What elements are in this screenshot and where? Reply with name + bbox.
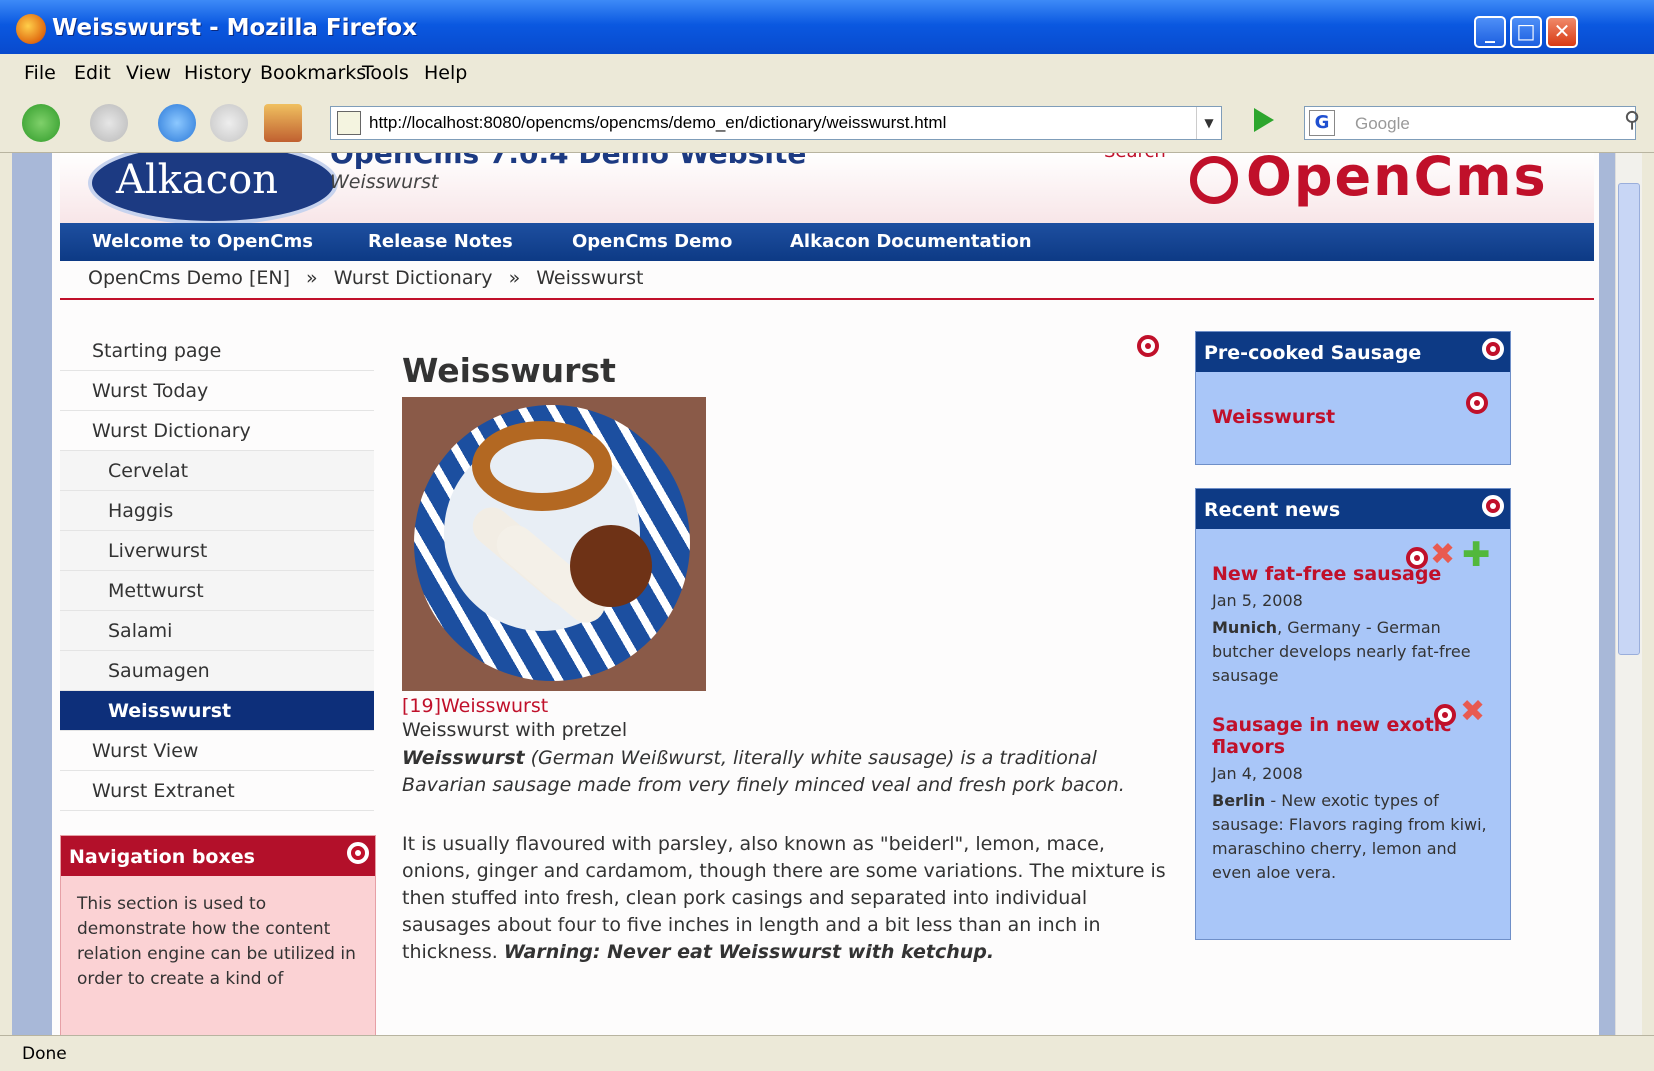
topnav-opencms-demo[interactable]: OpenCms Demo <box>572 231 732 252</box>
scrollbar-thumb[interactable] <box>1618 183 1640 655</box>
nav-item-haggis[interactable]: Haggis <box>60 491 374 531</box>
breadcrumb-separator: » <box>508 267 521 289</box>
precooked-link-weisswurst[interactable]: Weisswurst <box>1212 406 1335 428</box>
back-button[interactable] <box>22 104 60 142</box>
menu-history[interactable]: History <box>184 62 252 84</box>
nav-item-wurst-dictionary[interactable]: Wurst Dictionary <box>60 411 374 451</box>
edit-icon[interactable] <box>1482 495 1504 517</box>
window-title: Weisswurst - Mozilla Firefox <box>52 15 418 41</box>
menu-bar: File Edit View History Bookmarks Tools H… <box>0 54 1654 94</box>
precooked-sausage-panel: Pre-cooked Sausage Weisswurst <box>1195 331 1511 465</box>
nav-item-weisswurst[interactable]: Weisswurst <box>60 691 374 731</box>
site-search-link[interactable]: Search <box>1104 153 1166 162</box>
recent-news-title: Recent news <box>1196 489 1510 529</box>
minimize-button[interactable]: _ <box>1474 16 1506 48</box>
search-magnifier-icon[interactable]: ⚲ <box>1624 108 1640 133</box>
menu-bookmarks[interactable]: Bookmarks <box>260 62 366 84</box>
add-icon[interactable]: ✚ <box>1462 535 1491 575</box>
edit-icon[interactable] <box>347 842 369 864</box>
topnav-welcome[interactable]: Welcome to OpenCms <box>92 231 313 252</box>
menu-help[interactable]: Help <box>424 62 467 84</box>
title-bar: Weisswurst - Mozilla Firefox _ □ ✕ <box>0 0 1654 62</box>
top-navigation: Welcome to OpenCms Release Notes OpenCms… <box>60 223 1594 261</box>
nav-item-mettwurst[interactable]: Mettwurst <box>60 571 374 611</box>
menu-file[interactable]: File <box>24 62 56 84</box>
breadcrumb-dictionary[interactable]: Wurst Dictionary <box>334 267 493 289</box>
nav-item-wurst-extranet[interactable]: Wurst Extranet <box>60 771 374 811</box>
navigation-boxes-panel: Navigation boxes This section is used to… <box>60 835 376 1035</box>
image-link[interactable]: [19]Weisswurst <box>402 695 548 717</box>
search-placeholder: Google <box>1355 114 1410 133</box>
status-text: Done <box>22 1044 67 1064</box>
content-viewport: Alkacon OpenCms 7.0.4 Demo Website Weiss… <box>12 153 1642 1035</box>
breadcrumb-demo[interactable]: OpenCms Demo [EN] <box>88 267 290 289</box>
status-bar: Done <box>0 1035 1654 1071</box>
google-engine-icon[interactable]: G <box>1309 110 1335 136</box>
search-box[interactable]: G Google <box>1304 106 1636 140</box>
warning-text: Warning: Never eat Weisswurst with ketch… <box>503 941 995 963</box>
opencms-logo[interactable]: OpenCms <box>1190 153 1548 208</box>
edit-icon[interactable] <box>1137 335 1159 357</box>
site-title: OpenCms 7.0.4 Demo Website <box>330 153 807 170</box>
left-navigation: Starting page Wurst Today Wurst Dictiona… <box>60 331 374 811</box>
recent-news-panel: Recent news ✖ ✚ New fat-free sausage Jan… <box>1195 488 1511 940</box>
precooked-title: Pre-cooked Sausage <box>1196 332 1510 372</box>
nav-item-starting-page[interactable]: Starting page <box>60 331 374 371</box>
firefox-icon <box>16 14 46 44</box>
edit-icon[interactable] <box>1482 338 1504 360</box>
go-button[interactable] <box>1254 108 1274 132</box>
edit-icon[interactable] <box>1406 547 1428 569</box>
navigation-boxes-title: Navigation boxes <box>61 836 375 876</box>
nav-item-wurst-view[interactable]: Wurst View <box>60 731 374 771</box>
breadcrumb-divider <box>60 298 1594 300</box>
opencms-ring-icon <box>1190 156 1238 205</box>
delete-icon[interactable]: ✖ <box>1430 537 1455 572</box>
page-favicon-icon <box>337 111 361 135</box>
image-caption: Weisswurst with pretzel <box>402 719 628 741</box>
article-body: It is usually flavoured with parsley, al… <box>402 833 1166 963</box>
close-button[interactable]: ✕ <box>1546 16 1578 48</box>
nav-item-wurst-today[interactable]: Wurst Today <box>60 371 374 411</box>
address-dropdown-button[interactable]: ▼ <box>1196 107 1221 139</box>
forward-button[interactable] <box>90 104 128 142</box>
nav-item-salami[interactable]: Salami <box>60 611 374 651</box>
breadcrumb: OpenCms Demo [EN] » Wurst Dictionary » W… <box>88 267 643 289</box>
nav-item-cervelat[interactable]: Cervelat <box>60 451 374 491</box>
menu-edit[interactable]: Edit <box>74 62 111 84</box>
menu-tools[interactable]: Tools <box>362 62 409 84</box>
navigation-boxes-text: This section is used to demonstrate how … <box>77 894 356 989</box>
edit-icon[interactable] <box>1466 392 1488 414</box>
delete-icon[interactable]: ✖ <box>1460 694 1485 729</box>
reload-button[interactable] <box>158 104 196 142</box>
address-bar[interactable]: http://localhost:8080/opencms/opencms/de… <box>330 106 1222 140</box>
stop-button[interactable] <box>210 104 248 142</box>
address-url[interactable]: http://localhost:8080/opencms/opencms/de… <box>369 113 946 133</box>
article-heading: Weisswurst <box>402 351 616 390</box>
web-page: Alkacon OpenCms 7.0.4 Demo Website Weiss… <box>52 153 1599 1035</box>
browser-window: Weisswurst - Mozilla Firefox _ □ ✕ File … <box>0 0 1654 1071</box>
nav-item-saumagen[interactable]: Saumagen <box>60 651 374 691</box>
vertical-scrollbar[interactable] <box>1615 153 1642 1035</box>
home-button[interactable] <box>264 104 302 142</box>
news-item-date: Jan 4, 2008 <box>1212 764 1303 783</box>
news-item-text: Munich, Germany - German butcher develop… <box>1212 618 1471 685</box>
breadcrumb-separator: » <box>306 267 318 289</box>
menu-view[interactable]: View <box>126 62 171 84</box>
breadcrumb-current: Weisswurst <box>536 267 644 289</box>
weisswurst-photo <box>402 397 706 691</box>
maximize-button[interactable]: □ <box>1510 16 1542 48</box>
topnav-release-notes[interactable]: Release Notes <box>368 231 513 252</box>
nav-item-liverwurst[interactable]: Liverwurst <box>60 531 374 571</box>
news-item-date: Jan 5, 2008 <box>1212 591 1303 610</box>
alkacon-logo[interactable]: Alkacon <box>88 153 338 225</box>
news-item-text: Berlin - New exotic types of sausage: Fl… <box>1212 791 1487 882</box>
site-subtitle: Weisswurst <box>330 171 439 193</box>
edit-icon[interactable] <box>1434 704 1456 726</box>
topnav-alkacon-docs[interactable]: Alkacon Documentation <box>790 231 1032 252</box>
article-lead: Weisswurst (German Weißwurst, literally … <box>402 747 1125 796</box>
